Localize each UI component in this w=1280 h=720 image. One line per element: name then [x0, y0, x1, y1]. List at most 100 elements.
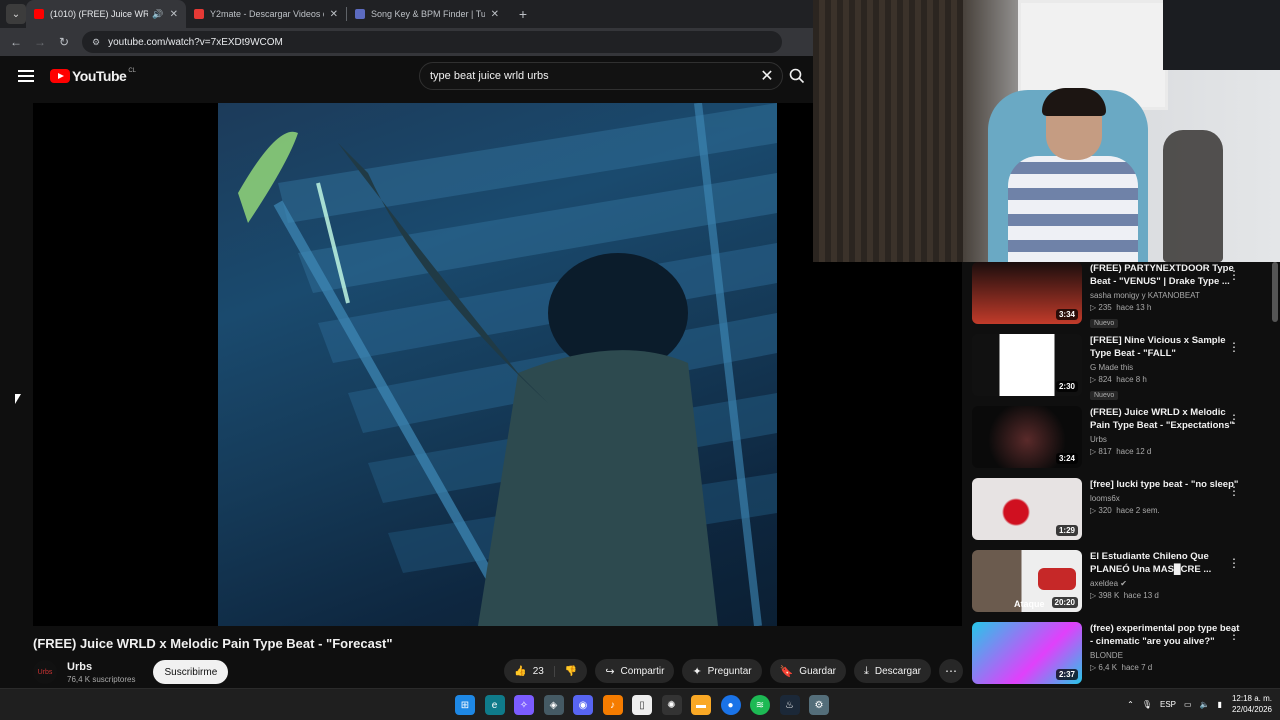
- app-icon[interactable]: ◈: [543, 695, 564, 715]
- video-thumbnail[interactable]: 2:37: [972, 622, 1082, 684]
- page-scrollbar[interactable]: [1272, 262, 1278, 322]
- channel-row: Urbs Urbs 76,4 K suscriptores Suscribirm…: [33, 657, 963, 687]
- kebab-menu-icon[interactable]: ⋮: [1228, 628, 1240, 642]
- steam-icon[interactable]: ♨: [779, 695, 800, 715]
- rec-title[interactable]: (FREE) PARTYNEXTDOOR Type Beat - "VENUS"…: [1090, 262, 1240, 288]
- close-tab-icon[interactable]: ✕: [170, 9, 178, 20]
- fl-studio-icon[interactable]: ♪: [602, 695, 623, 715]
- reload-icon[interactable]: ↻: [52, 35, 76, 49]
- rec-channel[interactable]: Urbs: [1090, 435, 1240, 444]
- channel-avatar[interactable]: Urbs: [33, 660, 57, 684]
- windows-start-icon[interactable]: ⊞: [455, 695, 475, 715]
- menu-hamburger-icon[interactable]: [18, 70, 34, 82]
- back-arrow-icon[interactable]: ←: [4, 35, 28, 49]
- rec-age: hace 2 sem.: [1116, 506, 1160, 515]
- rec-views: 824: [1098, 375, 1112, 384]
- duration: 3:34: [1055, 309, 1078, 320]
- rec-title[interactable]: (FREE) Juice WRLD x Melodic Pain Type Be…: [1090, 406, 1240, 432]
- volume-icon[interactable]: 🔈: [1200, 700, 1210, 709]
- list-item[interactable]: Ataque 20:20 El Estudiante Chileno Que P…: [972, 550, 1272, 622]
- kebab-menu-icon[interactable]: ⋮: [1228, 268, 1240, 282]
- tab-search-chevron-icon[interactable]: ⌄: [6, 4, 26, 24]
- rec-age: hace 7 d: [1121, 663, 1153, 672]
- video-thumbnail[interactable]: 2:30: [972, 334, 1082, 396]
- time: 12:18 a. m.: [1231, 694, 1272, 703]
- tab-youtube[interactable]: (1010) (FREE) Juice WRLD x 🔊 ✕: [26, 0, 186, 28]
- close-tab-icon[interactable]: ✕: [491, 9, 499, 20]
- rec-stats: ▷ 398 K hace 13 d: [1090, 591, 1159, 600]
- kebab-menu-icon[interactable]: ⋮: [1228, 556, 1240, 570]
- channel-name[interactable]: Urbs: [67, 661, 135, 673]
- rec-channel[interactable]: axeldea ✔: [1090, 579, 1240, 588]
- subscribe-button[interactable]: Suscribirme: [153, 660, 229, 684]
- tab-y2mate[interactable]: Y2mate - Descargar Videos de ✕: [186, 0, 346, 28]
- rec-channel[interactable]: BLONDE: [1090, 651, 1240, 660]
- share-button[interactable]: ↪ Compartir: [595, 659, 675, 683]
- rec-channel[interactable]: looms6x: [1090, 494, 1240, 503]
- forward-arrow-icon[interactable]: →: [28, 35, 52, 49]
- kebab-menu-icon[interactable]: ⋮: [1228, 484, 1240, 498]
- language-indicator[interactable]: ESP: [1160, 700, 1176, 709]
- site-info-icon[interactable]: ⚙: [92, 37, 100, 48]
- rec-channel[interactable]: G Made this: [1090, 363, 1240, 372]
- clear-search-icon[interactable]: ✕: [752, 66, 782, 86]
- list-item[interactable]: 2:30 [FREE] Nine Vicious x Sample Type B…: [972, 334, 1272, 406]
- list-item[interactable]: 3:34 (FREE) PARTYNEXTDOOR Type Beat - "V…: [972, 262, 1272, 334]
- new-badge: Nuevo: [1090, 319, 1119, 328]
- list-item[interactable]: 2:37 (free) experimental pop type beat -…: [972, 622, 1272, 688]
- battery-icon[interactable]: ▮: [1218, 700, 1222, 709]
- more-actions-icon[interactable]: ⋯: [939, 659, 963, 683]
- kebab-menu-icon[interactable]: ⋮: [1228, 412, 1240, 426]
- discord-icon[interactable]: ◉: [573, 695, 593, 715]
- tab-tunebat[interactable]: Song Key & BPM Finder | Tunel ✕: [347, 0, 507, 28]
- rec-channel[interactable]: sasha monigy y KATANOBEAT: [1090, 291, 1240, 300]
- speaker-icon[interactable]: 🔊: [152, 9, 163, 20]
- chatgpt-icon[interactable]: ✺: [661, 695, 682, 715]
- address-bar[interactable]: ⚙ youtube.com/watch?v=7xEXDt9WCOM: [82, 31, 782, 53]
- video-thumbnail[interactable]: 3:34: [972, 262, 1082, 324]
- ask-label: Preguntar: [707, 665, 752, 677]
- video-scene: [238, 103, 777, 626]
- ask-button[interactable]: ✦ Preguntar: [682, 659, 762, 683]
- video-thumbnail[interactable]: 1:29: [972, 478, 1082, 540]
- save-button[interactable]: 🔖 Guardar: [769, 659, 846, 683]
- tab-title: Y2mate - Descargar Videos de: [210, 9, 324, 19]
- rec-stats: ▷ 235 hace 13 h: [1090, 303, 1152, 312]
- dislike-button[interactable]: 👎: [555, 666, 587, 677]
- rec-views: 6,4 K: [1098, 663, 1118, 672]
- video-thumbnail[interactable]: 3:24: [972, 406, 1082, 468]
- clock[interactable]: 12:18 a. m. 22/04/2026: [1232, 693, 1272, 715]
- rec-title[interactable]: (free) experimental pop type beat - cine…: [1090, 622, 1240, 648]
- duration: 1:29: [1055, 525, 1078, 536]
- edge-icon[interactable]: e: [484, 695, 505, 715]
- spotify-icon[interactable]: ≋: [750, 695, 770, 715]
- kebab-menu-icon[interactable]: ⋮: [1228, 340, 1240, 354]
- youtube-favicon-icon: [34, 9, 44, 19]
- chrome-icon[interactable]: ●: [720, 695, 741, 715]
- file-explorer-icon[interactable]: ▬: [691, 695, 711, 715]
- youtube-logo[interactable]: YouTube CL: [50, 68, 136, 84]
- rec-title[interactable]: [free] lucki type beat - "no sleep": [1090, 478, 1240, 491]
- rec-title[interactable]: El Estudiante Chileno Que PLANEÓ Una MAS…: [1090, 550, 1240, 576]
- close-tab-icon[interactable]: ✕: [330, 9, 338, 20]
- new-badge: Nuevo: [1090, 391, 1119, 400]
- file-icon[interactable]: ▯: [632, 695, 652, 715]
- thumb-blood-splash: [1038, 568, 1076, 590]
- monitor-icon[interactable]: ▭: [1184, 700, 1192, 709]
- list-item[interactable]: 3:24 (FREE) Juice WRLD x Melodic Pain Ty…: [972, 406, 1272, 478]
- like-button[interactable]: 👍 23: [504, 665, 555, 677]
- search-input[interactable]: type beat juice wrld urbs ✕: [419, 62, 783, 90]
- thumbs-up-icon: 👍: [514, 665, 527, 677]
- download-button[interactable]: ⤓ Descargar: [853, 659, 931, 683]
- video-title: (FREE) Juice WRLD x Melodic Pain Type Be…: [33, 636, 393, 651]
- search-button[interactable]: [783, 62, 811, 90]
- rec-title[interactable]: [FREE] Nine Vicious x Sample Type Beat -…: [1090, 334, 1240, 360]
- settings-gear-icon[interactable]: ⚙: [809, 695, 829, 715]
- new-tab-plus-icon[interactable]: +: [513, 6, 533, 22]
- microphone-icon[interactable]: 🎙: [1142, 700, 1152, 709]
- chevron-up-icon[interactable]: ⌃: [1127, 700, 1134, 709]
- taskbar-apps: ⊞ e ✧ ◈ ◉ ♪ ▯ ✺ ▬ ● ≋ ♨ ⚙: [455, 695, 839, 715]
- video-thumbnail[interactable]: Ataque 20:20: [972, 550, 1082, 612]
- list-item[interactable]: 1:29 [free] lucki type beat - "no sleep"…: [972, 478, 1272, 550]
- copilot-icon[interactable]: ✧: [514, 695, 534, 715]
